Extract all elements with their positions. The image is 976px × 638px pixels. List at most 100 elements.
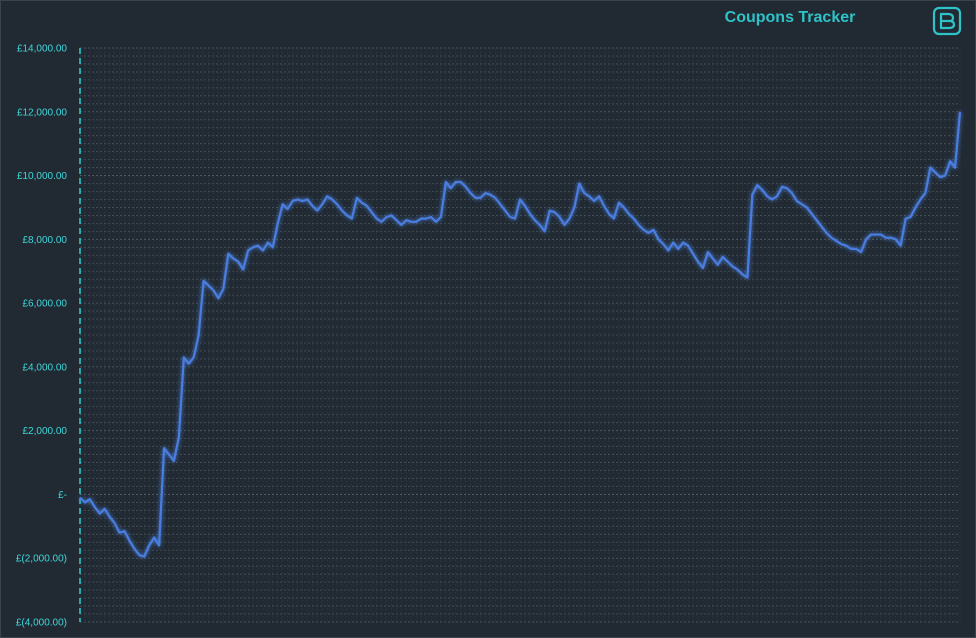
data-point xyxy=(341,209,344,212)
data-point xyxy=(677,248,680,251)
data-point xyxy=(257,244,260,247)
data-point xyxy=(879,233,882,236)
data-point xyxy=(736,268,739,271)
data-point xyxy=(514,217,517,220)
y-tick-label: £14,000.00 xyxy=(17,44,67,55)
data-point xyxy=(756,184,759,187)
data-point xyxy=(944,174,947,177)
data-point xyxy=(771,198,774,201)
data-point xyxy=(697,260,700,263)
data-point xyxy=(197,334,200,337)
data-point xyxy=(657,238,660,241)
data-point xyxy=(153,536,156,539)
data-point xyxy=(271,246,274,249)
data-point xyxy=(781,185,784,188)
data-point xyxy=(281,203,284,206)
data-point xyxy=(682,241,685,244)
data-point xyxy=(202,279,205,282)
data-point xyxy=(889,236,892,239)
y-tick-label: £- xyxy=(58,490,67,501)
data-point xyxy=(894,238,897,241)
data-point xyxy=(672,241,675,244)
data-point xyxy=(622,206,625,209)
data-point xyxy=(158,544,161,547)
data-point xyxy=(103,507,106,510)
data-point xyxy=(380,220,383,223)
data-point xyxy=(904,217,907,220)
data-point xyxy=(845,244,848,247)
gridlines xyxy=(80,47,960,623)
data-point xyxy=(959,110,962,113)
y-tick-label: £2,000.00 xyxy=(23,426,68,437)
data-point xyxy=(98,512,101,515)
data-point xyxy=(509,216,512,219)
data-point xyxy=(182,356,185,359)
data-point xyxy=(410,220,413,223)
data-point xyxy=(543,230,546,233)
data-point xyxy=(791,192,794,195)
data-point xyxy=(721,255,724,258)
data-point xyxy=(776,195,779,198)
data-point xyxy=(484,192,487,195)
data-point xyxy=(751,193,754,196)
data-point xyxy=(474,196,477,199)
data-point xyxy=(909,216,912,219)
data-point xyxy=(444,181,447,184)
data-point xyxy=(939,176,942,179)
data-point xyxy=(528,212,531,215)
data-point xyxy=(573,206,576,209)
data-point xyxy=(825,232,828,235)
data-point xyxy=(855,248,858,251)
data-point xyxy=(558,216,561,219)
data-point xyxy=(538,224,541,227)
data-point xyxy=(934,171,937,174)
data-point xyxy=(355,196,358,199)
data-point xyxy=(613,217,616,220)
data-point xyxy=(830,236,833,239)
data-point xyxy=(617,201,620,204)
data-point xyxy=(405,219,408,222)
data-point xyxy=(360,201,363,204)
data-point xyxy=(400,224,403,227)
data-point xyxy=(840,243,843,246)
data-point xyxy=(870,233,873,236)
data-point xyxy=(647,232,650,235)
data-point xyxy=(810,212,813,215)
data-point xyxy=(786,187,789,190)
data-point xyxy=(524,204,527,207)
data-point xyxy=(469,192,472,195)
data-point xyxy=(375,217,378,220)
y-tick-label: £6,000.00 xyxy=(23,299,68,310)
data-point xyxy=(351,217,354,220)
data-point xyxy=(321,203,324,206)
data-point xyxy=(667,249,670,252)
data-point xyxy=(262,249,265,252)
line-chart: £14,000.00 £12,000.00 £10,000.00 £8,000.00 £… xyxy=(16,44,962,629)
data-point xyxy=(316,209,319,212)
data-point xyxy=(494,196,497,199)
data-point xyxy=(642,228,645,231)
data-point xyxy=(247,249,250,252)
data-point xyxy=(459,181,462,184)
data-point xyxy=(390,214,393,217)
data-point xyxy=(489,193,492,196)
data-point xyxy=(919,198,922,201)
data-point xyxy=(123,530,126,533)
y-tick-label: £8,000.00 xyxy=(23,235,68,246)
data-point xyxy=(568,217,571,220)
data-point xyxy=(884,236,887,239)
data-point xyxy=(652,228,655,231)
data-point xyxy=(627,212,630,215)
data-point xyxy=(504,209,507,212)
data-point xyxy=(128,539,131,542)
data-point xyxy=(598,195,601,198)
data-point xyxy=(706,251,709,254)
data-point xyxy=(603,204,606,207)
data-point xyxy=(588,195,591,198)
data-point xyxy=(929,166,932,169)
data-point xyxy=(865,238,868,241)
data-point xyxy=(212,289,215,292)
data-point xyxy=(217,297,220,300)
data-point xyxy=(632,217,635,220)
data-point xyxy=(608,212,611,215)
